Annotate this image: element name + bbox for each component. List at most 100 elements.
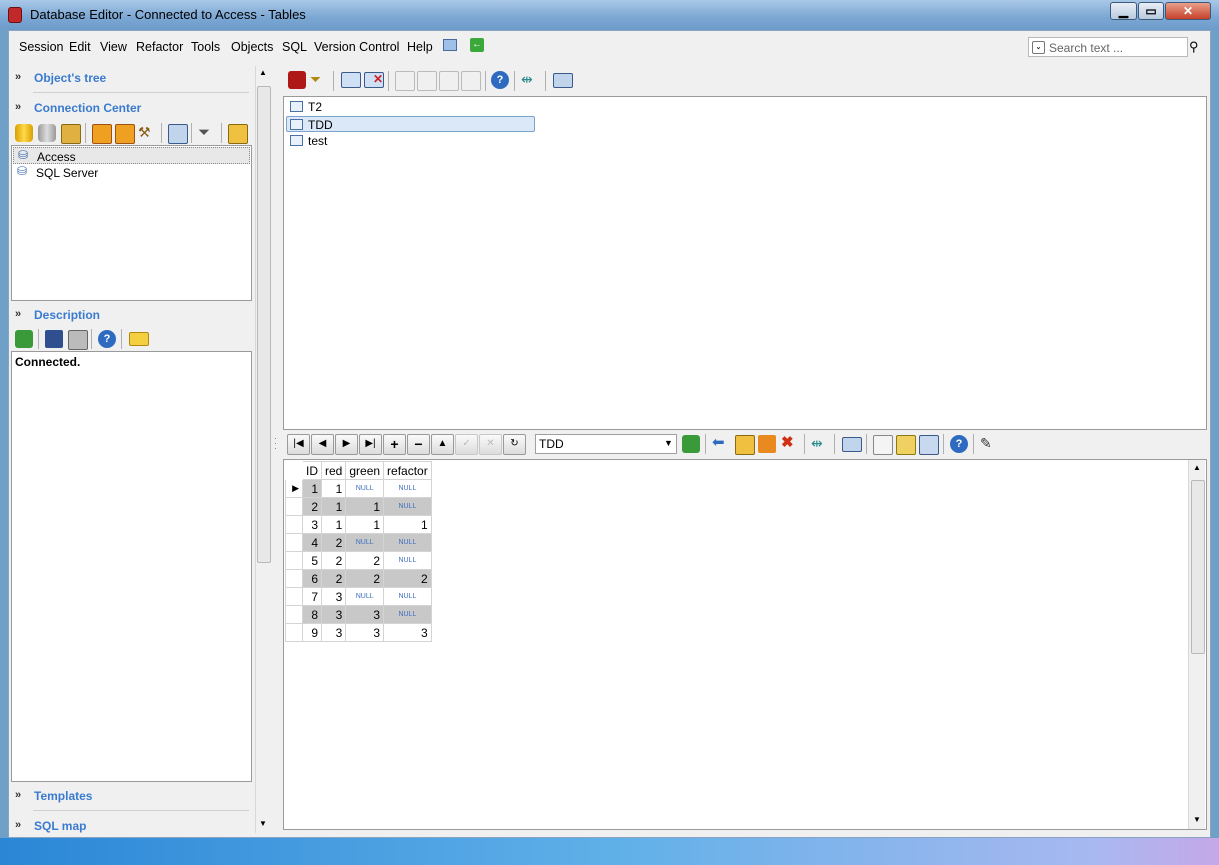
table-cell[interactable]: 2: [383, 569, 432, 588]
row-indicator[interactable]: ▶: [285, 479, 303, 498]
table-cell[interactable]: NULL: [345, 479, 385, 498]
table-cell[interactable]: 1: [345, 497, 385, 516]
table-cell[interactable]: 8: [302, 605, 322, 624]
table-select[interactable]: TDD ▼: [535, 434, 677, 454]
table-row[interactable]: ▶ 1 1 NULL NULL: [285, 479, 432, 498]
fit-columns-icon[interactable]: ⇹: [521, 71, 539, 89]
table-cell[interactable]: 4: [302, 533, 322, 552]
prior-record-button[interactable]: ◀: [311, 434, 334, 455]
folder-icon[interactable]: [129, 332, 149, 346]
relation-icon[interactable]: [417, 71, 437, 91]
table-cell[interactable]: 3: [320, 605, 347, 624]
first-record-button[interactable]: |◀: [287, 434, 310, 455]
relation-icon[interactable]: [395, 71, 415, 91]
chevron-down-icon[interactable]: ▼: [664, 438, 673, 448]
table-cell[interactable]: 2: [302, 497, 322, 516]
minimize-button[interactable]: ▁: [1110, 2, 1137, 20]
table-cell[interactable]: 1: [320, 515, 347, 534]
table-cell[interactable]: 3: [320, 587, 347, 606]
row-indicator[interactable]: [285, 497, 303, 516]
grid-scrollbar[interactable]: ▲ ▼: [1188, 460, 1205, 829]
back-arrow-icon[interactable]: ⬅: [712, 435, 730, 453]
chevron-down-icon[interactable]: ⌄: [1032, 41, 1045, 54]
table-cell[interactable]: 2: [320, 551, 347, 570]
maximize-button[interactable]: ▭: [1138, 2, 1164, 20]
help-icon[interactable]: ?: [950, 435, 968, 453]
refresh-icon[interactable]: [682, 435, 700, 453]
add-field-icon[interactable]: [735, 435, 755, 455]
table-cell[interactable]: NULL: [383, 479, 432, 498]
delete-table-icon[interactable]: ✕: [364, 72, 384, 88]
table-cell[interactable]: NULL: [383, 587, 432, 606]
description-header[interactable]: » Description: [11, 303, 251, 327]
refresh-icon[interactable]: [15, 330, 33, 348]
relation-icon[interactable]: [461, 71, 481, 91]
table-cell[interactable]: 5: [302, 551, 322, 570]
table-row[interactable]: 8 3 3 NULL: [285, 605, 432, 624]
table-cell[interactable]: 3: [320, 623, 347, 642]
scroll-down-icon[interactable]: ▼: [259, 819, 267, 828]
delete-record-button[interactable]: −: [407, 434, 430, 455]
row-indicator[interactable]: [285, 587, 303, 606]
edit-icon[interactable]: ✎: [980, 435, 998, 453]
sql-filter-icon[interactable]: ⏷: [310, 71, 328, 89]
row-indicator[interactable]: [285, 515, 303, 534]
table-row[interactable]: 2 1 1 NULL: [285, 497, 432, 516]
save-icon[interactable]: [45, 330, 63, 348]
search-input[interactable]: ⌄ Search text ...: [1028, 37, 1188, 57]
table-cell[interactable]: 2: [345, 551, 385, 570]
table-cell[interactable]: 2: [345, 569, 385, 588]
last-record-button[interactable]: ▶|: [359, 434, 382, 455]
connection-center-header[interactable]: » Connection Center: [11, 96, 251, 120]
list-item[interactable]: ⛁ Access: [13, 147, 250, 164]
table-row[interactable]: 7 3 NULL NULL: [285, 587, 432, 606]
table-row[interactable]: 9333: [285, 623, 432, 642]
list-item-selected[interactable]: TDD: [286, 116, 535, 132]
list-item[interactable]: ⛁ SQL Server: [13, 164, 250, 181]
binoculars-icon[interactable]: ⚲: [1189, 39, 1199, 55]
add-connection-icon[interactable]: [92, 124, 112, 144]
row-indicator[interactable]: [285, 551, 303, 570]
scroll-thumb[interactable]: [1191, 480, 1205, 654]
column-header[interactable]: green: [345, 461, 385, 480]
lock-icon[interactable]: [61, 124, 81, 144]
table-cell[interactable]: 2: [320, 569, 347, 588]
insert-record-button[interactable]: +: [383, 434, 406, 455]
replace-icon[interactable]: [758, 435, 776, 453]
table-cell[interactable]: 3: [345, 623, 385, 642]
next-record-button[interactable]: ▶: [335, 434, 358, 455]
help-icon[interactable]: ?: [491, 71, 509, 89]
table-icon[interactable]: [341, 72, 361, 88]
table-cell[interactable]: 1: [345, 515, 385, 534]
remove-connection-icon[interactable]: [115, 124, 135, 144]
table-cell[interactable]: 9: [302, 623, 322, 642]
monitor-icon[interactable]: [842, 437, 862, 452]
post-record-button[interactable]: ✓: [455, 434, 478, 455]
table-row[interactable]: 6222: [285, 569, 432, 588]
help-icon[interactable]: ?: [98, 330, 116, 348]
table-cell[interactable]: 1: [320, 497, 347, 516]
table-cell[interactable]: NULL: [383, 605, 432, 624]
table-cell[interactable]: NULL: [383, 533, 432, 552]
table-cell[interactable]: 6: [302, 569, 322, 588]
edit-record-button[interactable]: ▲: [431, 434, 454, 455]
column-header[interactable]: ID: [302, 461, 322, 480]
scroll-up-icon[interactable]: ▲: [1193, 463, 1201, 472]
filter-icon[interactable]: ⏷: [198, 124, 216, 142]
print-icon[interactable]: [68, 330, 88, 350]
row-indicator[interactable]: [285, 569, 303, 588]
menu-edit[interactable]: Edit: [69, 40, 91, 54]
refresh-record-button[interactable]: ↻: [503, 434, 526, 455]
table-cell[interactable]: 3: [302, 515, 322, 534]
scroll-up-icon[interactable]: ▲: [259, 68, 267, 77]
monitor-icon[interactable]: [553, 73, 573, 88]
relation-icon[interactable]: [439, 71, 459, 91]
list-view-icon[interactable]: [919, 435, 939, 455]
sql-map-header[interactable]: » SQL map: [11, 814, 251, 838]
table-cell[interactable]: 1: [383, 515, 432, 534]
table-row[interactable]: 4 2 NULL NULL: [285, 533, 432, 552]
menu-view[interactable]: View: [100, 40, 127, 54]
database-grey-icon[interactable]: [38, 124, 56, 142]
table-cell[interactable]: 3: [383, 623, 432, 642]
menu-version-control[interactable]: Version Control: [314, 40, 399, 54]
